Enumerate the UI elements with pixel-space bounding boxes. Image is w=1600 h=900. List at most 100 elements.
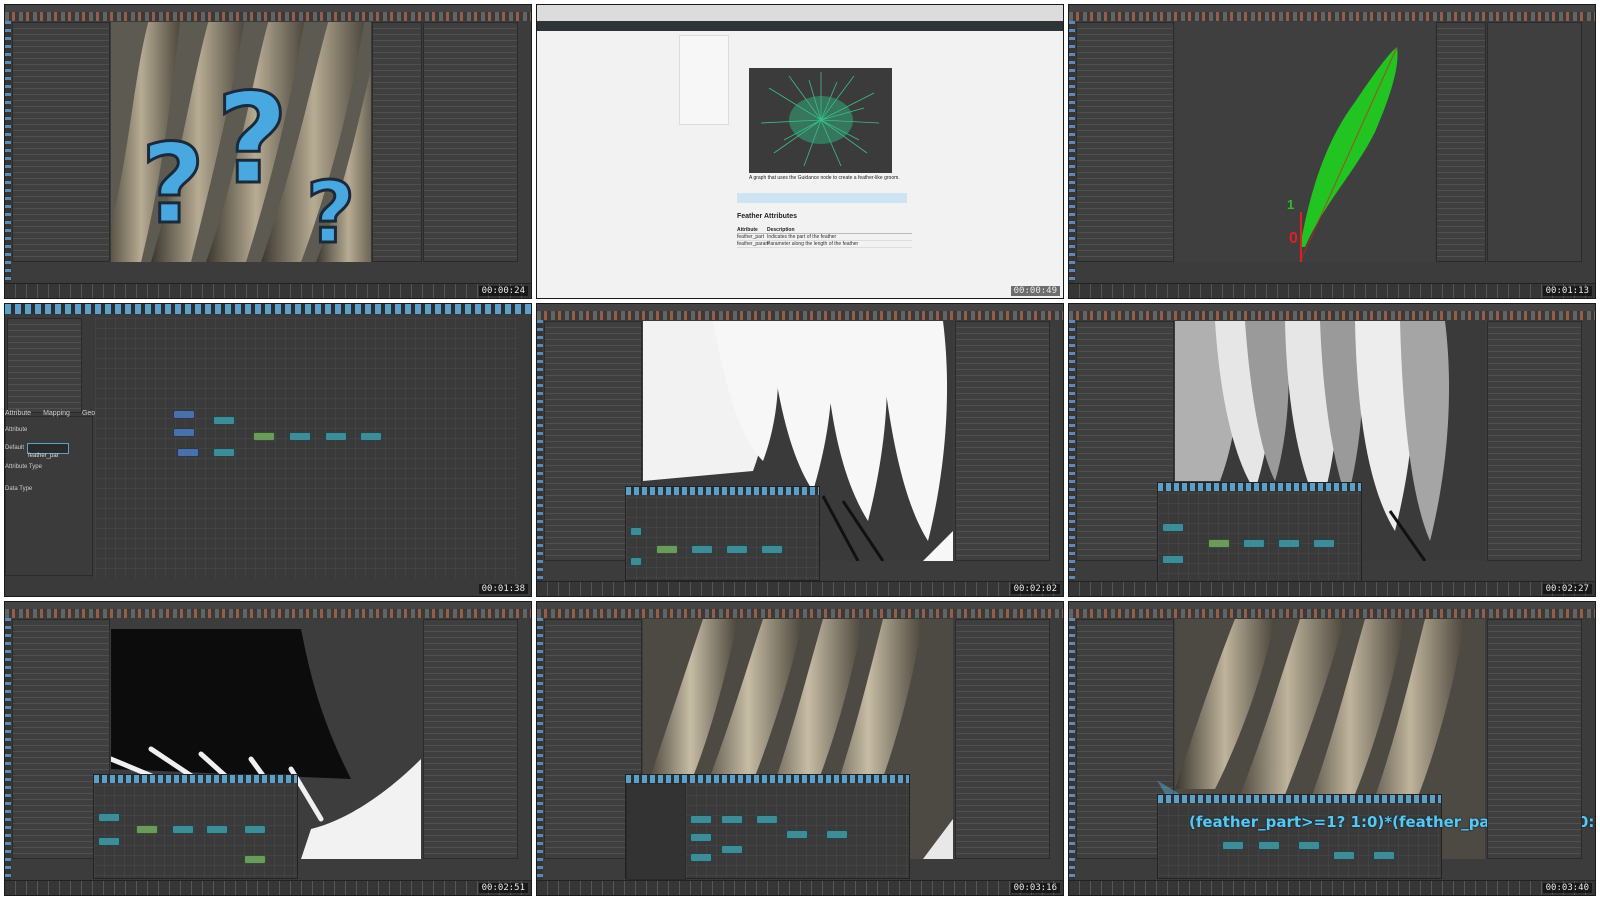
graph-node[interactable] [1208,538,1230,548]
tool-box [5,21,11,284]
shelf-toolbar [1069,609,1595,619]
timeline[interactable] [1069,879,1595,895]
graph-node[interactable] [1162,554,1184,564]
node-list-panel [7,317,82,413]
attribute-name: feather_part [737,234,764,240]
graph-node[interactable] [177,447,199,457]
thumbnail-frame-9[interactable]: (feather_part>=1? 1:0)*(feather_param>=.… [1068,601,1596,896]
feather-param-label-top: 1 [1287,197,1295,212]
graph-node[interactable] [1258,841,1280,851]
timeline[interactable] [537,879,1063,895]
shelf-toolbar [1069,12,1595,21]
graph-node[interactable] [173,409,195,419]
graph-node[interactable] [244,855,266,865]
data-type-label: Data Type [5,485,33,492]
node-editor-window[interactable] [93,774,298,880]
graph-node[interactable] [1278,538,1300,548]
node-editor-window[interactable] [625,774,910,881]
graph-node[interactable] [206,825,228,835]
graph-node[interactable] [98,813,120,823]
thumbnail-frame-7[interactable]: 00:02:51 [4,601,532,896]
graph-node[interactable] [172,825,194,835]
graph-node[interactable] [691,544,713,554]
graph-node[interactable] [1162,522,1184,532]
graph-node[interactable] [786,830,808,840]
timestamp: 00:02:27 [1542,584,1592,595]
tool-box [1069,319,1075,583]
attribute-type-label: Attribute Type [5,463,42,470]
default-value-field[interactable]: feather_par [27,442,69,459]
thumbnail-frame-1[interactable]: ? ? ? 00:00:24 [4,4,532,299]
graph-node[interactable] [761,544,783,554]
graph-node[interactable] [213,447,235,457]
timestamp: 00:00:24 [478,285,528,296]
graph-node[interactable] [826,830,848,840]
graph-node[interactable] [1222,841,1244,851]
timestamp: 00:00:49 [1010,285,1060,296]
timestamp: 00:02:02 [1010,584,1060,595]
graph-node[interactable] [360,431,382,441]
graph-node[interactable] [756,815,778,825]
graph-node[interactable] [1313,538,1335,548]
graph-node[interactable] [136,825,158,835]
graph-node[interactable] [690,853,712,863]
outliner-panel [12,22,110,262]
graph-node[interactable] [1333,851,1355,861]
thumbnail-frame-3[interactable]: 1 0 00:01:13 [1068,4,1596,299]
graph-node[interactable] [1298,841,1320,851]
attribute-label: Attribute [5,426,28,433]
viewport-green-feather [1175,22,1435,262]
graph-node[interactable] [253,431,275,441]
graph-node[interactable] [1373,851,1395,861]
tab-attribute[interactable]: Attribute [5,410,31,417]
attribute-name: feather_param [737,241,770,247]
outliner-panel [1076,22,1174,262]
attribute-editor [1487,619,1582,860]
attribute-editor [423,619,518,860]
timeline[interactable] [1069,282,1595,298]
graph-node[interactable] [244,825,266,835]
node-editor-toolbar [626,775,909,784]
graph-node[interactable] [656,544,678,554]
section-heading: Feather Attributes [737,213,798,220]
docs-sidebar [679,35,729,125]
attribute-description: Parameter along the length of the feathe… [767,241,859,247]
docs-header-bar [537,21,1063,31]
graph-node[interactable] [630,526,642,536]
green-feather-illustration [1299,46,1398,262]
graph-node[interactable] [98,837,120,847]
node-editor-window[interactable] [625,485,820,581]
graph-node[interactable] [289,431,311,441]
timeline[interactable] [1069,581,1595,597]
graph-node[interactable] [726,544,748,554]
timeline[interactable] [5,282,531,298]
node-editor-window[interactable] [1157,794,1442,880]
graph-node[interactable] [690,815,712,825]
graph-node[interactable] [721,845,743,855]
shelf-toolbar [1069,310,1595,320]
graph-node[interactable] [213,415,235,425]
thumbnail-frame-6[interactable]: 00:02:27 [1068,302,1596,598]
node-list-panel [626,783,686,881]
attributes-table: Attribute Description feather_part Indic… [737,227,912,248]
node-editor-toolbar [1158,795,1441,804]
attribute-editor [423,22,518,262]
timeline[interactable] [5,879,531,895]
graph-node[interactable] [173,427,195,437]
timeline[interactable] [537,581,1063,597]
node-editor-toolbar [5,303,531,314]
tool-box [5,618,11,881]
thumbnail-frame-5[interactable]: 00:02:02 [536,302,1064,598]
node-editor-window[interactable] [1157,481,1362,582]
thumbnail-frame-8[interactable]: 00:03:16 [536,601,1064,896]
graph-node[interactable] [325,431,347,441]
graph-node[interactable] [721,815,743,825]
graph-node[interactable] [630,556,642,566]
node-graph[interactable] [95,317,517,578]
groom-render-image [749,68,892,173]
tab-mapping[interactable]: Mapping [43,410,70,417]
thumbnail-frame-2[interactable]: A graph that uses the Guidance node to c… [536,4,1064,299]
graph-node[interactable] [690,833,712,843]
thumbnail-frame-4[interactable]: Attribute Mapping Geometry Attribute Def… [4,302,532,598]
graph-node[interactable] [1243,538,1265,548]
